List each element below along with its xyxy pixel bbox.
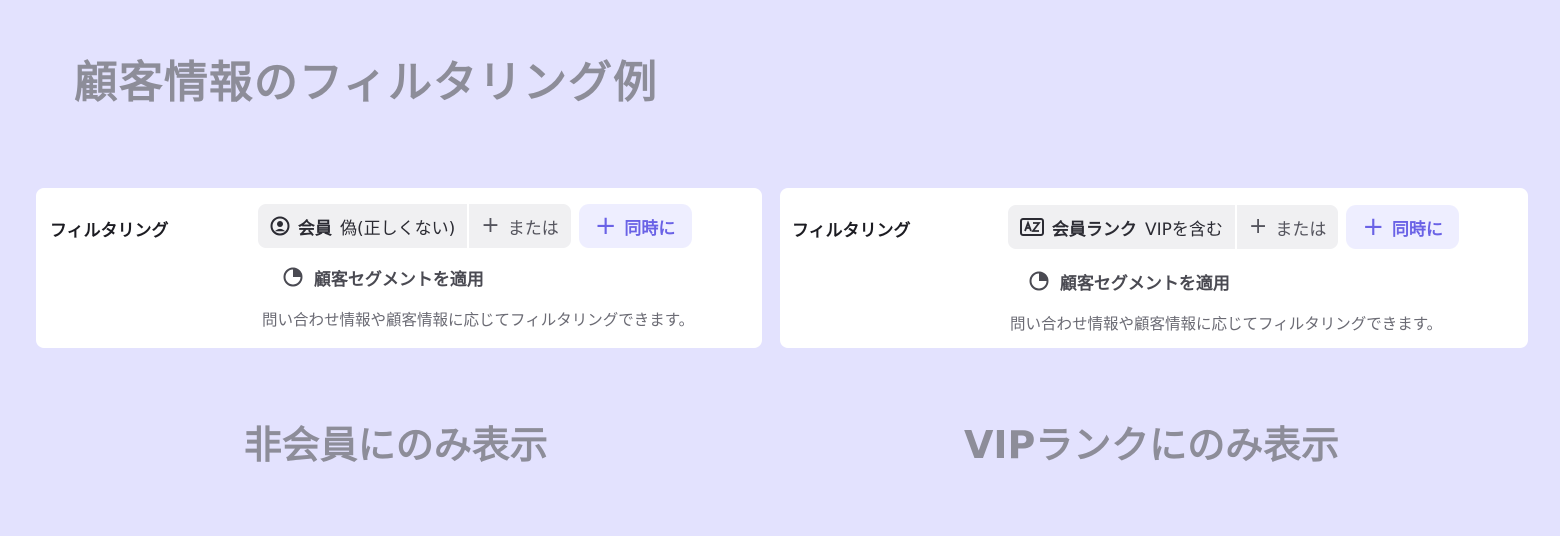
condition-chip[interactable]: 会員ランク VIPを含む — [1008, 205, 1235, 249]
filter-card-member: フィルタリング 会員 偽(正しくない) + または + 同時に 顧客セグメントを… — [36, 188, 762, 348]
segment-label: 顧客セグメントを適用 — [314, 269, 484, 290]
and-button[interactable]: + 同時に — [578, 204, 692, 248]
filter-condition-row: 会員 偽(正しくない) + または + 同時に — [258, 204, 692, 248]
or-button[interactable]: + または — [467, 204, 571, 248]
plus-icon: + — [594, 211, 617, 241]
or-label: または — [507, 218, 559, 239]
filter-label: フィルタリング — [50, 221, 169, 241]
help-text: 問い合わせ情報や顧客情報に応じてフィルタリングできます。 — [262, 311, 695, 329]
and-button[interactable]: + 同時に — [1346, 205, 1460, 249]
plus-icon: + — [1362, 212, 1385, 242]
pie-chart-icon — [282, 266, 304, 288]
condition-value: 偽(正しくない) — [340, 218, 456, 239]
segment-label: 顧客セグメントを適用 — [1060, 273, 1230, 294]
condition-value: VIPを含む — [1145, 219, 1223, 240]
filter-card-vip: フィルタリング 会員ランク VIPを含む + または + 同時に 顧客セグメント… — [780, 188, 1528, 348]
apply-segment-button[interactable]: 顧客セグメントを適用 — [282, 264, 484, 290]
pie-chart-icon — [1028, 270, 1050, 292]
or-label: または — [1275, 219, 1327, 240]
and-label: 同時に — [624, 218, 676, 239]
condition-field: 会員 — [298, 218, 332, 239]
plus-icon: + — [1248, 214, 1268, 239]
apply-segment-button[interactable]: 顧客セグメントを適用 — [1028, 268, 1230, 294]
filter-condition-row: 会員ランク VIPを含む + または + 同時に — [1008, 205, 1460, 249]
caption-member: 非会員にのみ表示 — [244, 423, 549, 467]
help-text: 問い合わせ情報や顧客情報に応じてフィルタリングできます。 — [1010, 315, 1443, 333]
condition-field: 会員ランク — [1052, 219, 1137, 240]
az-text-icon — [1020, 218, 1044, 236]
or-button[interactable]: + または — [1234, 205, 1339, 249]
caption-vip: VIPランクにのみ表示 — [964, 423, 1340, 467]
plus-icon: + — [481, 213, 500, 238]
page-title: 顧客情報のフィルタリング例 — [74, 57, 659, 108]
condition-chip[interactable]: 会員 偽(正しくない) — [258, 204, 468, 248]
filter-label: フィルタリング — [792, 221, 911, 241]
user-circle-icon — [270, 216, 290, 236]
and-label: 同時に — [1392, 219, 1444, 240]
